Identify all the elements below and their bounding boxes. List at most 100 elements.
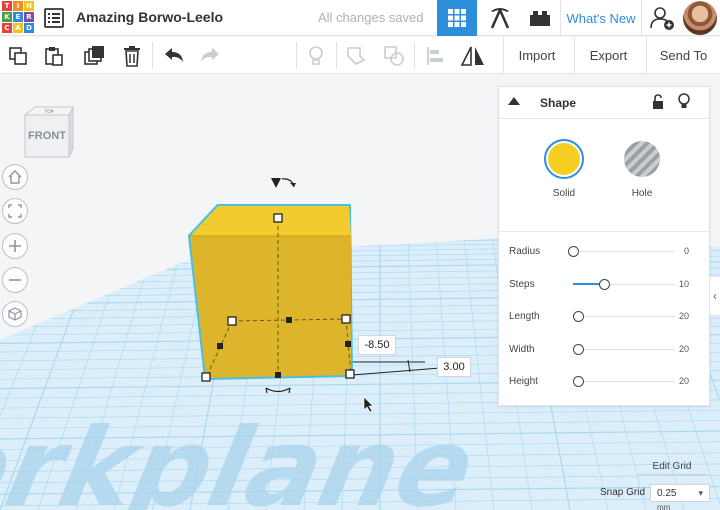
param-value[interactable]: 20 [679, 344, 689, 354]
workplane-watermark: Workplane [0, 406, 498, 510]
design-menu-icon[interactable] [44, 8, 64, 28]
logo-letter: C [2, 23, 12, 33]
param-slider-track[interactable] [568, 246, 675, 257]
toolbar-divider [296, 42, 297, 69]
param-value[interactable]: 10 [679, 279, 689, 289]
param-slider-track[interactable] [573, 311, 675, 322]
align-button[interactable] [417, 37, 453, 74]
group-button[interactable] [338, 37, 374, 74]
panel-divider [499, 231, 709, 232]
clipboard-icon [45, 46, 63, 66]
param-value[interactable]: 20 [679, 376, 689, 386]
param-label: Radius [509, 246, 541, 257]
param-slider-knob[interactable] [573, 343, 584, 355]
corner-handle-back-left [227, 316, 237, 326]
redo-button[interactable] [192, 37, 228, 74]
cube-perspective-icon [8, 307, 22, 321]
height-handle [273, 213, 283, 223]
tinkercad-logo[interactable]: TIN KER CAD [2, 1, 34, 34]
logo-letter: K [2, 12, 12, 22]
undo-button[interactable] [156, 37, 192, 74]
edit-grid-button[interactable]: Edit Grid [637, 459, 707, 475]
user-avatar[interactable] [683, 1, 717, 35]
align-icon [427, 46, 443, 65]
param-slider-track[interactable] [573, 278, 675, 290]
param-value[interactable]: 20 [679, 311, 689, 321]
dimension-x-field[interactable]: -8.50 [358, 335, 396, 355]
cube-front-face[interactable] [190, 236, 351, 378]
solid-color-swatch[interactable] [544, 139, 584, 179]
plus-icon [9, 240, 21, 252]
brick-icon [530, 11, 550, 26]
param-label: Width [509, 343, 535, 355]
top-bar: TIN KER CAD Amazing Borwo-Leelo All change… [0, 0, 720, 36]
home-view-button[interactable] [2, 164, 28, 190]
lightbulb-icon [309, 45, 323, 65]
lock-icon[interactable] [651, 94, 665, 115]
logo-letter: D [24, 23, 34, 33]
param-slider-knob[interactable] [573, 311, 584, 322]
project-title[interactable]: Amazing Borwo-Leelo [76, 9, 223, 25]
zoom-out-button[interactable] [2, 267, 28, 293]
dimension-y-field[interactable]: 3.00 [437, 357, 471, 377]
param-row-length: Length 20 [499, 307, 709, 327]
collapse-caret-icon[interactable] [508, 97, 520, 105]
export-button[interactable]: Export [574, 37, 642, 74]
blocks-view-button[interactable] [522, 0, 558, 36]
whats-new-link[interactable]: What's New [560, 0, 642, 36]
redo-icon [201, 47, 219, 62]
corner-handle-front-left [201, 372, 211, 382]
group-icon [347, 46, 366, 65]
param-slider-track[interactable] [573, 376, 675, 387]
param-slider-knob[interactable] [568, 246, 579, 257]
perspective-button[interactable] [2, 301, 28, 327]
paste-button[interactable] [36, 37, 72, 74]
lift-rotate-icon[interactable] [271, 178, 296, 188]
lightbulb-icon[interactable] [677, 93, 691, 116]
grid-icon [448, 9, 466, 27]
snap-grid-select[interactable]: 0.25 ▾ [650, 484, 710, 502]
build-view-button[interactable] [480, 0, 520, 36]
param-slider-knob[interactable] [599, 278, 610, 290]
cube-top-face[interactable] [190, 206, 351, 236]
send-to-button[interactable]: Send To [646, 37, 720, 74]
save-status: All changes saved [318, 10, 424, 25]
ungroup-button[interactable] [376, 37, 412, 74]
copy-button[interactable] [0, 37, 36, 74]
copy-icon [9, 46, 27, 65]
shape-panel-header: Shape [499, 87, 709, 119]
shape-panel-title: Shape [540, 96, 577, 110]
param-slider-track[interactable] [573, 343, 675, 355]
hole-swatch[interactable] [624, 141, 660, 177]
snap-grid-label: Snap Grid [600, 487, 646, 498]
view-cube-front-label: FRONT [28, 130, 66, 142]
home-icon [8, 170, 22, 184]
mirror-button[interactable] [455, 37, 491, 74]
ungroup-icon [384, 45, 404, 66]
import-button[interactable]: Import [503, 37, 570, 74]
add-collaborator-button[interactable] [648, 4, 676, 32]
zoom-in-button[interactable] [2, 233, 28, 259]
param-value[interactable]: 0 [684, 246, 689, 256]
logo-letter: E [13, 12, 23, 22]
logo-letter: A [13, 23, 23, 33]
toolbar-divider [336, 42, 337, 69]
duplicate-button[interactable] [76, 37, 112, 74]
pickaxe-icon [490, 8, 510, 29]
fit-view-button[interactable] [2, 198, 28, 224]
edit-toolbar: Import Export Send To [0, 37, 720, 74]
view-cube[interactable]: TOP FRONT [22, 105, 78, 161]
panel-toggle-chevron-icon[interactable]: ‹ [709, 276, 720, 316]
chevron-down-icon: ▾ [698, 488, 703, 498]
corner-handle-front-right [345, 369, 355, 379]
trash-icon [124, 45, 140, 67]
delete-button[interactable] [114, 37, 150, 74]
param-label: Height [509, 376, 538, 387]
param-row-width: Width 20 [499, 340, 709, 360]
3d-design-view-button[interactable] [437, 0, 477, 36]
param-slider-knob[interactable] [573, 376, 584, 387]
mirror-icon [460, 46, 484, 66]
fit-view-icon [8, 204, 22, 218]
notes-button[interactable] [298, 37, 334, 74]
param-label: Length [509, 311, 540, 322]
